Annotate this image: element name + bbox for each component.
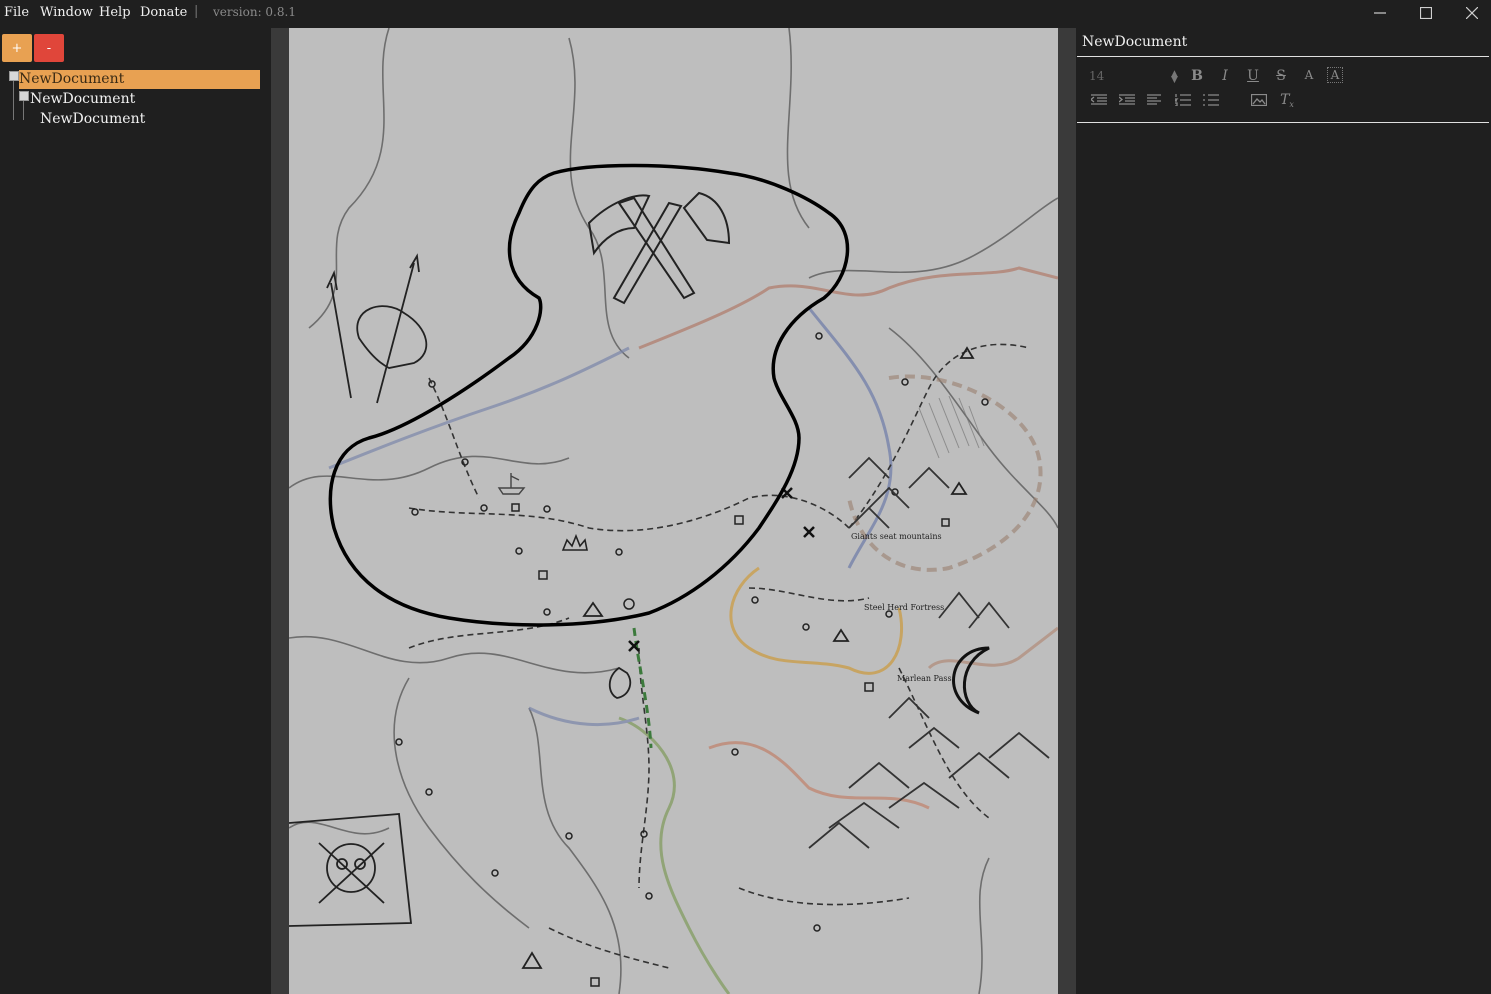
font-size-input[interactable]: 14 ▲ ▼ bbox=[1089, 69, 1178, 85]
helmet-icon bbox=[326, 253, 428, 404]
insert-image-button[interactable] bbox=[1249, 91, 1269, 109]
remove-document-button[interactable]: - bbox=[34, 34, 64, 62]
menu-file[interactable]: File bbox=[4, 5, 29, 20]
editor-toolbar: 14 ▲ ▼ B I U S A A Tx bbox=[1077, 56, 1489, 123]
clear-format-x: x bbox=[1289, 99, 1294, 109]
maximize-icon bbox=[1420, 7, 1432, 19]
italic-button[interactable]: I bbox=[1215, 67, 1235, 85]
editor-panel: NewDocument 14 ▲ ▼ B I U S A A Tx bbox=[1077, 28, 1491, 994]
tree-item[interactable]: NewDocument bbox=[19, 70, 260, 89]
strikethrough-button[interactable]: S bbox=[1271, 67, 1291, 85]
close-button[interactable] bbox=[1449, 0, 1491, 26]
menu-bar: File Window Help Donate | version: 0.8.1 bbox=[0, 0, 1491, 26]
add-document-button[interactable]: + bbox=[2, 34, 32, 62]
ship-icon bbox=[497, 473, 526, 495]
tree-expand-toggle[interactable] bbox=[19, 91, 29, 101]
outdent-icon bbox=[1091, 94, 1107, 105]
minimize-button[interactable] bbox=[1357, 0, 1403, 26]
underline-button[interactable]: U bbox=[1243, 67, 1263, 85]
crescent-icon bbox=[952, 646, 990, 715]
indent-button[interactable] bbox=[1117, 91, 1137, 109]
menu-help[interactable]: Help bbox=[99, 5, 131, 20]
menu-donate[interactable]: Donate bbox=[140, 5, 187, 20]
align-left-icon bbox=[1147, 94, 1161, 105]
map-canvas[interactable]: Giants seat mountains Steel Herd Fortres… bbox=[289, 28, 1058, 994]
tree-expand-toggle[interactable] bbox=[9, 71, 19, 81]
menu-separator: | bbox=[194, 4, 199, 19]
crossed-axes-icon bbox=[587, 191, 731, 305]
clear-format-button[interactable]: Tx bbox=[1277, 91, 1297, 109]
map-label-pass: Marlean Pass bbox=[897, 674, 952, 683]
font-size-value: 14 bbox=[1089, 69, 1105, 83]
document-title: NewDocument bbox=[1082, 34, 1188, 50]
pirate-flag-icon bbox=[289, 813, 413, 927]
image-icon bbox=[1251, 94, 1267, 106]
maximize-button[interactable] bbox=[1403, 0, 1449, 26]
horse-icon bbox=[608, 666, 631, 699]
map-label-giants: Giants seat mountains bbox=[851, 532, 942, 541]
ordered-list-icon bbox=[1175, 94, 1191, 106]
outdent-button[interactable] bbox=[1089, 91, 1109, 109]
map-label-fortress: Steel Herd Fortress bbox=[864, 603, 944, 612]
ordered-list-button[interactable] bbox=[1173, 91, 1193, 109]
map-drawing: Giants seat mountains Steel Herd Fortres… bbox=[289, 28, 1058, 994]
indent-icon bbox=[1119, 94, 1135, 105]
minimize-icon bbox=[1374, 12, 1386, 14]
canvas-gutter-right bbox=[1058, 28, 1076, 994]
bullet-list-icon bbox=[1203, 94, 1219, 106]
close-icon bbox=[1466, 7, 1478, 19]
highlight-button[interactable]: A bbox=[1327, 67, 1343, 83]
version-label: version: 0.8.1 bbox=[213, 5, 296, 19]
font-size-spinner[interactable]: ▲ ▼ bbox=[1171, 70, 1178, 85]
clear-format-icon: T bbox=[1280, 92, 1290, 108]
crown-icon bbox=[561, 533, 588, 551]
drawn-outline bbox=[328, 163, 850, 627]
text-color-button[interactable]: A bbox=[1299, 66, 1319, 84]
tree-item[interactable]: NewDocument bbox=[30, 90, 135, 109]
bullet-list-button[interactable] bbox=[1201, 91, 1221, 109]
menu-window[interactable]: Window bbox=[40, 5, 93, 20]
bold-button[interactable]: B bbox=[1187, 67, 1207, 85]
tree-connector bbox=[13, 76, 14, 120]
document-tree-panel: + - NewDocument NewDocument NewDocument bbox=[0, 28, 270, 994]
align-button[interactable] bbox=[1145, 91, 1165, 109]
canvas-gutter-left bbox=[271, 28, 289, 994]
tree-item[interactable]: NewDocument bbox=[40, 110, 145, 129]
